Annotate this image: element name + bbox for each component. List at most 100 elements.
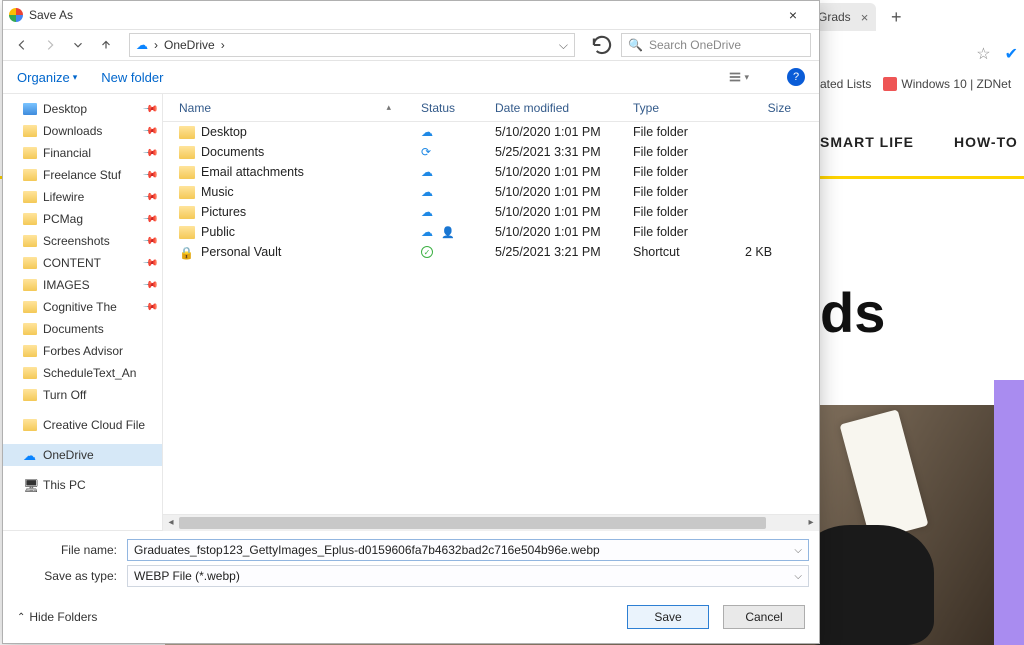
file-date: 5/10/2020 1:01 PM: [489, 125, 627, 139]
save-as-type-dropdown[interactable]: WEBP File (*.webp) ⌵: [127, 565, 809, 587]
tree-node[interactable]: Turn Off: [3, 384, 162, 406]
save-as-type-label: Save as type:: [9, 569, 121, 583]
scroll-track[interactable]: [179, 515, 803, 531]
address-breadcrumb[interactable]: ☁ › OneDrive › ⌵: [129, 33, 575, 57]
breadcrumb-history-dropdown[interactable]: ⌵: [559, 38, 568, 53]
tree-node-label: OneDrive: [43, 448, 94, 462]
folder-icon: [23, 367, 37, 379]
cancel-button[interactable]: Cancel: [723, 605, 805, 629]
tree-node[interactable]: Freelance Stuf📌: [3, 164, 162, 186]
tree-node[interactable]: Forbes Advisor: [3, 340, 162, 362]
tree-node[interactable]: IMAGES📌: [3, 274, 162, 296]
recent-locations-dropdown[interactable]: [67, 34, 89, 56]
file-type: File folder: [627, 225, 739, 239]
scroll-thumb[interactable]: [179, 517, 766, 529]
navigation-tree[interactable]: Desktop 📌 Downloads📌Financial📌Freelance St…: [3, 94, 163, 530]
tree-node[interactable]: CONTENT📌: [3, 252, 162, 274]
folder-icon: [179, 226, 195, 239]
file-row[interactable]: Public ☁ 👤 5/10/2020 1:01 PMFile folder: [163, 222, 819, 242]
back-button[interactable]: [11, 34, 33, 56]
cloud-status-icon: ☁: [421, 225, 433, 239]
tree-node[interactable]: Financial📌: [3, 142, 162, 164]
tree-node[interactable]: Creative Cloud File: [3, 414, 162, 436]
tree-node[interactable]: Cognitive The📌: [3, 296, 162, 318]
close-button[interactable]: ×: [773, 7, 813, 23]
sidebar-ad-strip: [994, 380, 1024, 645]
up-button[interactable]: [95, 34, 117, 56]
filename-history-dropdown[interactable]: ⌵: [794, 545, 802, 556]
filename-input[interactable]: Graduates_fstop123_GettyImages_Eplus-d01…: [127, 539, 809, 561]
column-header-size[interactable]: Size: [739, 101, 809, 115]
file-date: 5/10/2020 1:01 PM: [489, 225, 627, 239]
tree-node[interactable]: ScheduleText_An: [3, 362, 162, 384]
tree-node-label: Turn Off: [43, 388, 86, 402]
bookmark-item[interactable]: ated Lists: [820, 77, 871, 91]
hide-folders-toggle[interactable]: ⌃ Hide Folders: [17, 610, 97, 624]
tree-node-label: Forbes Advisor: [43, 344, 123, 358]
breadcrumb-segment[interactable]: OneDrive: [164, 38, 215, 52]
cloud-status-icon: ☁: [421, 185, 433, 199]
tree-node[interactable]: PCMag📌: [3, 208, 162, 230]
file-row[interactable]: Documents⟳5/25/2021 3:31 PMFile folder: [163, 142, 819, 162]
pin-icon: 📌: [141, 101, 158, 118]
pin-icon: 📌: [141, 255, 158, 272]
file-type: File folder: [627, 185, 739, 199]
command-bar: Organize ▾ New folder ▾ ?: [3, 61, 819, 93]
column-header-date[interactable]: Date modified: [489, 101, 627, 115]
tree-node[interactable]: Desktop 📌: [3, 98, 162, 120]
tree-node-label: ScheduleText_An: [43, 366, 136, 380]
save-button[interactable]: Save: [627, 605, 709, 629]
column-header-name[interactable]: Name▴: [173, 101, 415, 115]
file-date: 5/10/2020 1:01 PM: [489, 205, 627, 219]
view-options-button[interactable]: ▾: [728, 70, 749, 84]
tree-node[interactable]: OneDrive: [3, 444, 162, 466]
folder-icon: [23, 257, 37, 269]
forward-button[interactable]: [39, 34, 61, 56]
organize-menu[interactable]: Organize ▾: [17, 70, 77, 85]
pin-icon: 📌: [141, 277, 158, 294]
tree-node[interactable]: This PC: [3, 474, 162, 496]
file-list[interactable]: Desktop☁5/10/2020 1:01 PMFile folderDocu…: [163, 122, 819, 514]
column-header-type[interactable]: Type: [627, 101, 739, 115]
column-header-status[interactable]: Status: [415, 101, 489, 115]
help-button[interactable]: ?: [787, 68, 805, 86]
refresh-button[interactable]: [589, 33, 615, 57]
shared-icon: 👤: [441, 226, 455, 239]
horizontal-scrollbar[interactable]: ◂ ▸: [163, 514, 819, 530]
close-tab-icon[interactable]: ×: [861, 10, 869, 25]
file-row[interactable]: Desktop☁5/10/2020 1:01 PMFile folder: [163, 122, 819, 142]
tree-node-label: Cognitive The: [43, 300, 117, 314]
tree-node[interactable]: Screenshots📌: [3, 230, 162, 252]
tree-node[interactable]: Lifewire📌: [3, 186, 162, 208]
scroll-right-button[interactable]: ▸: [803, 515, 819, 531]
search-placeholder: Search OneDrive: [649, 38, 741, 52]
bookmark-item[interactable]: Windows 10 | ZDNet: [883, 77, 1011, 91]
file-name: Pictures: [201, 205, 246, 219]
new-folder-button[interactable]: New folder: [101, 70, 163, 85]
file-name: Documents: [201, 145, 264, 159]
file-row[interactable]: Music☁5/10/2020 1:01 PMFile folder: [163, 182, 819, 202]
search-box[interactable]: 🔍 Search OneDrive: [621, 33, 811, 57]
vault-icon: [179, 246, 195, 259]
scroll-left-button[interactable]: ◂: [163, 515, 179, 531]
nav-link-howto[interactable]: HOW-TO: [954, 134, 1018, 164]
pc-icon: [23, 479, 37, 491]
file-row[interactable]: Personal Vault✓5/25/2021 3:21 PMShortcut…: [163, 242, 819, 262]
folder-icon: [179, 126, 195, 139]
file-name: Desktop: [201, 125, 247, 139]
file-date: 5/10/2020 1:01 PM: [489, 185, 627, 199]
tree-node[interactable]: Documents: [3, 318, 162, 340]
file-row[interactable]: Email attachments☁5/10/2020 1:01 PMFile …: [163, 162, 819, 182]
file-name: Public: [201, 225, 235, 239]
nav-link-smartlife[interactable]: SMART LIFE: [820, 134, 914, 164]
file-row[interactable]: Pictures☁5/10/2020 1:01 PMFile folder: [163, 202, 819, 222]
extension-icon[interactable]: ✔: [1005, 44, 1018, 64]
dialog-titlebar: Save As ×: [3, 1, 819, 29]
filename-value: Graduates_fstop123_GettyImages_Eplus-d01…: [134, 543, 600, 557]
bookmark-star-icon[interactable]: ☆: [976, 44, 990, 64]
folder-icon: [23, 301, 37, 313]
tree-node[interactable]: Downloads📌: [3, 120, 162, 142]
new-tab-button[interactable]: +: [884, 5, 908, 29]
sort-indicator-icon: ▴: [386, 102, 391, 113]
tree-node-label: Desktop: [43, 102, 87, 116]
